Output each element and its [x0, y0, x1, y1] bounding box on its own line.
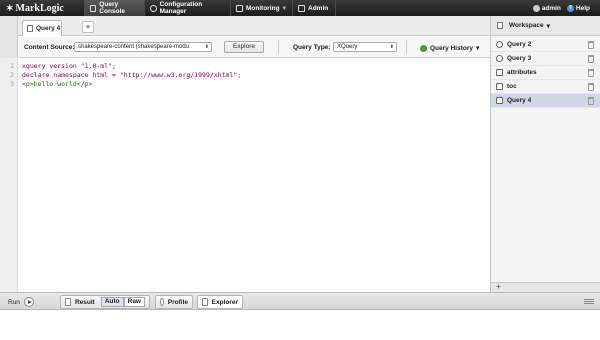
nav-tab-label: Configuration Manager [159, 1, 203, 15]
history-icon [420, 44, 427, 52]
tab-label: Query 4 [36, 25, 61, 32]
username[interactable]: admin [542, 5, 561, 12]
explore-button[interactable]: Explore [224, 41, 264, 53]
query-history-button[interactable]: Query History ▾ [420, 44, 479, 52]
results-bar: Run Result Auto Raw Profile Explorer [0, 292, 600, 310]
line-number: 2 [10, 71, 14, 79]
run-button[interactable]: Run [8, 297, 34, 307]
workspace-item-label: Query 2 [507, 41, 532, 48]
query-icon [496, 41, 503, 48]
auto-toggle[interactable]: Auto [100, 297, 124, 307]
workspace-title: Workspace [509, 22, 544, 29]
workspace-item[interactable]: toc [491, 80, 600, 94]
raw-toggle[interactable]: Raw [123, 297, 145, 307]
logo-mark: ✶ [6, 2, 14, 13]
result-label: Result [74, 298, 95, 306]
divider [406, 40, 407, 54]
profile-label: Profile [167, 298, 188, 306]
gear-icon [150, 4, 157, 12]
console-icon [90, 4, 97, 12]
nav-tab-label: Query Console [99, 1, 125, 15]
user-area: admin ? Help [527, 0, 590, 16]
help-icon[interactable]: ? [566, 4, 574, 12]
result-icon [65, 298, 71, 306]
tab-query-4[interactable]: Query 4 [22, 20, 62, 36]
run-label: Run [8, 298, 20, 306]
chevron-down-icon: ▾ [546, 22, 550, 30]
add-tab-button[interactable]: + [82, 21, 94, 33]
line-number: 1 [10, 62, 14, 70]
help-link[interactable]: Help [576, 5, 590, 12]
content-source-value: shakespeare-content (shakespeare-modu [78, 44, 190, 50]
chevron-down-icon: ▾ [476, 45, 480, 52]
query-history-label: Query History [430, 44, 473, 52]
query-controls: Content Source: shakespeare-content (sha… [18, 37, 490, 58]
workspace-item-selected[interactable]: Query 4 [491, 94, 600, 108]
nav-tab-configuration-manager[interactable]: Configuration Manager [144, 0, 230, 16]
workspace-item[interactable]: attributes [491, 66, 600, 80]
user-icon [532, 4, 540, 12]
workspace-panel: Workspace ▾ Query 2 Query 3 attributes t… [490, 16, 600, 292]
workspace-item[interactable]: Query 3 [491, 52, 600, 66]
document-icon [496, 83, 503, 90]
document-icon [496, 69, 503, 76]
trash-icon[interactable] [588, 97, 594, 105]
admin-icon [298, 4, 305, 12]
code-line[interactable]: <p>hello world</p> [22, 80, 92, 88]
monitor-icon [236, 4, 243, 12]
query-type-value: XQuery [337, 44, 358, 50]
query-icon [496, 55, 503, 62]
top-nav: ✶ MarkLogic Query Console Configuration … [0, 0, 600, 16]
workspace-icon [497, 22, 503, 29]
trash-icon[interactable] [588, 83, 594, 91]
nav-tab-label: Monitoring [246, 4, 280, 12]
select-arrows-icon: ⬍ [389, 44, 394, 50]
line-number-gutter: 1 2 3 [0, 58, 18, 292]
trash-icon[interactable] [588, 41, 594, 49]
brand-name: MarkLogic [15, 2, 64, 14]
workspace-item-label: Query 4 [507, 97, 532, 104]
workspace-header[interactable]: Workspace ▾ [491, 16, 600, 36]
query-tabs-bar: Query 4 + [18, 16, 490, 36]
explorer-label: Explorer [211, 298, 238, 306]
workspace-item-label: attributes [507, 69, 537, 76]
content-source-select[interactable]: shakespeare-content (shakespeare-modu ⬍ [74, 42, 212, 52]
code-line[interactable]: xquery version "1.0-ml"; [22, 62, 116, 70]
tab-explorer[interactable]: Explorer [197, 295, 243, 309]
tab-profile[interactable]: Profile [155, 295, 193, 309]
tab-result[interactable]: Result Auto Raw [60, 295, 150, 309]
query-type-label: Query Type: [293, 44, 331, 51]
trash-icon[interactable] [588, 69, 594, 77]
nav-tab-label: Admin [308, 4, 329, 12]
chevron-down-icon: ▾ [282, 5, 286, 12]
workspace-item-label: Query 3 [507, 55, 532, 62]
marklogic-logo: ✶ MarkLogic [6, 2, 64, 14]
query-type-select[interactable]: XQuery ⬍ [333, 42, 397, 52]
divider [278, 40, 279, 54]
play-icon [23, 297, 34, 307]
document-icon [27, 25, 33, 32]
document-icon [496, 97, 503, 104]
line-number: 3 [10, 80, 14, 88]
nav-tab-admin[interactable]: Admin [292, 0, 336, 16]
workspace-item[interactable]: Query 2 [491, 38, 600, 52]
profile-icon [160, 298, 164, 306]
trash-icon[interactable] [588, 55, 594, 63]
workspace-item-label: toc [507, 83, 517, 90]
code-line[interactable]: declare namespace html = "http://www.w3.… [22, 71, 241, 79]
nav-tab-query-console[interactable]: Query Console [84, 0, 144, 16]
resize-grip-icon[interactable] [584, 299, 594, 304]
select-arrows-icon: ⬍ [204, 44, 209, 50]
explorer-icon [202, 298, 208, 306]
results-area [0, 310, 600, 340]
workspace-add-button[interactable]: + [491, 282, 600, 292]
content-source-label: Content Source: [24, 44, 75, 51]
nav-tab-monitoring[interactable]: Monitoring ▾ [230, 0, 292, 16]
query-editor[interactable]: 1 2 3 xquery version "1.0-ml"; declare n… [0, 58, 490, 292]
